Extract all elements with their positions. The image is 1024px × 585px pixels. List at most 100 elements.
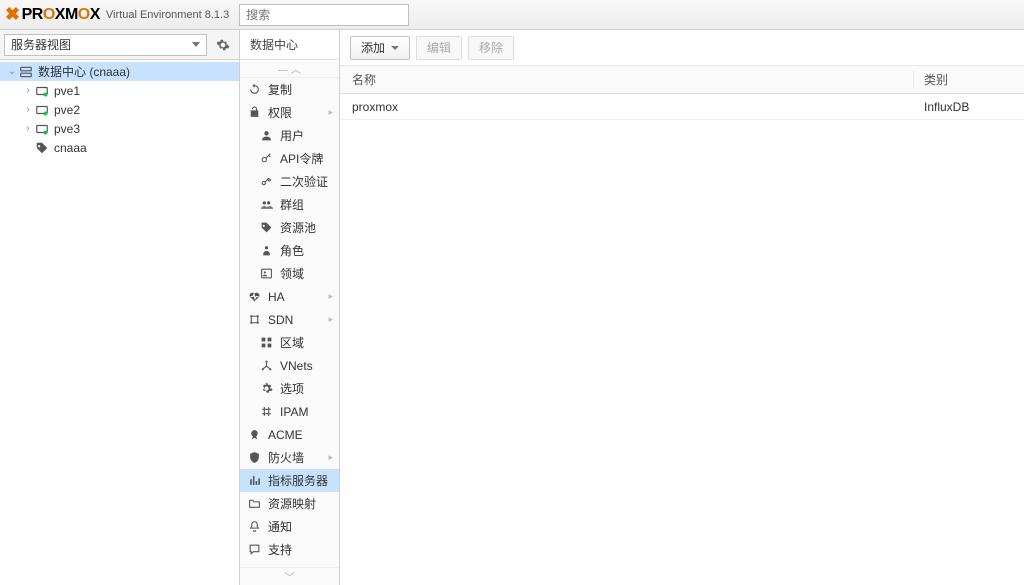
nav-item-options_sdn[interactable]: 选项 (240, 377, 339, 400)
user-icon (258, 129, 274, 142)
nav-item-twofactor[interactable]: 二次验证 (240, 170, 339, 193)
gear-icon (258, 382, 274, 395)
bell-icon (246, 520, 262, 533)
nav-item-zones[interactable]: 区域 (240, 331, 339, 354)
nav-item-label: HA (268, 290, 285, 304)
chevron-right-icon: ▸ (328, 107, 333, 118)
nav-item-label: 二次验证 (280, 173, 328, 190)
nav-item-firewall[interactable]: 防火墙 ▸ (240, 446, 339, 469)
nav-item-label: 权限 (268, 104, 292, 121)
nav-item-groups[interactable]: 群组 (240, 193, 339, 216)
chevron-down-icon (391, 46, 399, 50)
network-icon (258, 359, 274, 372)
shield-icon (246, 451, 262, 464)
tree-label: 数据中心 (cnaaa) (38, 63, 130, 80)
nav-item-sdn[interactable]: SDN ▸ (240, 308, 339, 331)
chevron-right-icon: ▸ (328, 452, 333, 463)
config-nav-panel: 数据中心 — ︿ 复制权限▸用户API令牌二次验证群组资源池角色领域HA▸SDN… (240, 30, 340, 585)
view-selector-label: 服务器视图 (11, 36, 71, 53)
nav-item-label: ACME (268, 428, 303, 442)
nav-item-label: 资源映射 (268, 495, 316, 512)
nav-item-label: 复制 (268, 81, 292, 98)
nav-item-label: 支持 (268, 541, 292, 558)
product-subtitle: Virtual Environment 8.1.3 (106, 9, 229, 21)
refresh-icon (246, 83, 262, 96)
nav-item-label: 区域 (280, 334, 304, 351)
nav-item-label: VNets (280, 359, 313, 373)
ipam-icon (258, 405, 274, 418)
remove-button[interactable]: 移除 (468, 36, 514, 60)
node-icon (34, 103, 50, 117)
nav-item-label: 群组 (280, 196, 304, 213)
nav-item-permissions[interactable]: 权限 ▸ (240, 101, 339, 124)
nav-item-metrics[interactable]: 指标服务器 (240, 469, 339, 492)
comment-icon (246, 543, 262, 556)
nav-item-label: API令牌 (280, 150, 323, 167)
nav-item-support[interactable]: 支持 (240, 538, 339, 561)
tree-node-pve2[interactable]: › pve2 (0, 100, 239, 119)
resource-tree: ⌄ 数据中心 (cnaaa) › pve1 › pve2 › pve3 (0, 60, 239, 585)
address-icon (258, 267, 274, 280)
nav-item-label: SDN (268, 313, 293, 327)
nav-item-label: 防火墙 (268, 449, 304, 466)
tree-toggle-icon[interactable]: › (22, 123, 34, 134)
nav-item-realms[interactable]: 领域 (240, 262, 339, 285)
nav-item-apitokens[interactable]: API令牌 (240, 147, 339, 170)
nav-item-pools[interactable]: 资源池 (240, 216, 339, 239)
heartbeat-icon (246, 290, 262, 303)
nav-item-roles[interactable]: 角色 (240, 239, 339, 262)
tree-pool[interactable]: cnaaa (0, 138, 239, 157)
unlock-icon (246, 106, 262, 119)
grid-header: 名称 类别 (340, 66, 1024, 94)
key-icon (258, 152, 274, 165)
tree-datacenter[interactable]: ⌄ 数据中心 (cnaaa) (0, 62, 239, 81)
nav-item-label: 领域 (280, 265, 304, 282)
nav-item-vnets[interactable]: VNets (240, 354, 339, 377)
nav-item-resmapping[interactable]: 资源映射 (240, 492, 339, 515)
table-row[interactable]: proxmoxInfluxDB (340, 94, 1024, 120)
group-icon (258, 198, 274, 211)
tree-node-pve1[interactable]: › pve1 (0, 81, 239, 100)
folder-icon (246, 497, 262, 510)
cell-name: proxmox (340, 100, 914, 114)
tree-toggle-icon[interactable]: ⌄ (6, 66, 18, 77)
keys-icon (258, 175, 274, 188)
chart-icon (246, 474, 262, 487)
tags-icon (34, 141, 50, 155)
nav-item-ha[interactable]: HA▸ (240, 285, 339, 308)
tree-toggle-icon[interactable]: › (22, 104, 34, 115)
tree-label: pve2 (54, 103, 80, 117)
content-toolbar: 添加 编辑 移除 (340, 30, 1024, 66)
remove-button-label: 移除 (479, 39, 503, 56)
nav-item-label: IPAM (280, 405, 308, 419)
tags-icon (258, 221, 274, 234)
grid-header-name[interactable]: 名称 (340, 71, 914, 88)
node-icon (34, 122, 50, 136)
nav-item-ipam[interactable]: IPAM (240, 400, 339, 423)
view-selector-combo[interactable]: 服务器视图 (4, 34, 207, 56)
edit-button[interactable]: 编辑 (416, 36, 462, 60)
tree-label: cnaaa (54, 141, 87, 155)
nav-item-replication[interactable]: 复制 (240, 78, 339, 101)
grid-header-type[interactable]: 类别 (914, 71, 1024, 88)
search-input[interactable] (239, 4, 409, 26)
logo: ✖ PROXMOX (5, 4, 100, 25)
tree-toggle-icon[interactable]: › (22, 85, 34, 96)
add-button-label: 添加 (361, 39, 385, 56)
person-icon (258, 244, 274, 257)
view-settings-button[interactable] (211, 34, 235, 56)
logo-x-icon: ✖ (5, 4, 20, 25)
server-icon (18, 65, 34, 79)
nav-item-notify[interactable]: 通知 (240, 515, 339, 538)
top-bar: ✖ PROXMOX Virtual Environment 8.1.3 (0, 0, 1024, 30)
nav-item-label: 指标服务器 (268, 472, 328, 489)
nav-collapse-up-button[interactable]: — ︿ (240, 60, 339, 78)
chevron-right-icon: ▸ (328, 314, 333, 325)
add-button[interactable]: 添加 (350, 36, 410, 60)
nav-item-label: 用户 (280, 127, 304, 144)
nav-expand-down-button[interactable]: ﹀ (240, 567, 339, 585)
tree-node-pve3[interactable]: › pve3 (0, 119, 239, 138)
nav-item-acme[interactable]: ACME (240, 423, 339, 446)
sdn-icon (246, 313, 262, 326)
nav-item-users[interactable]: 用户 (240, 124, 339, 147)
